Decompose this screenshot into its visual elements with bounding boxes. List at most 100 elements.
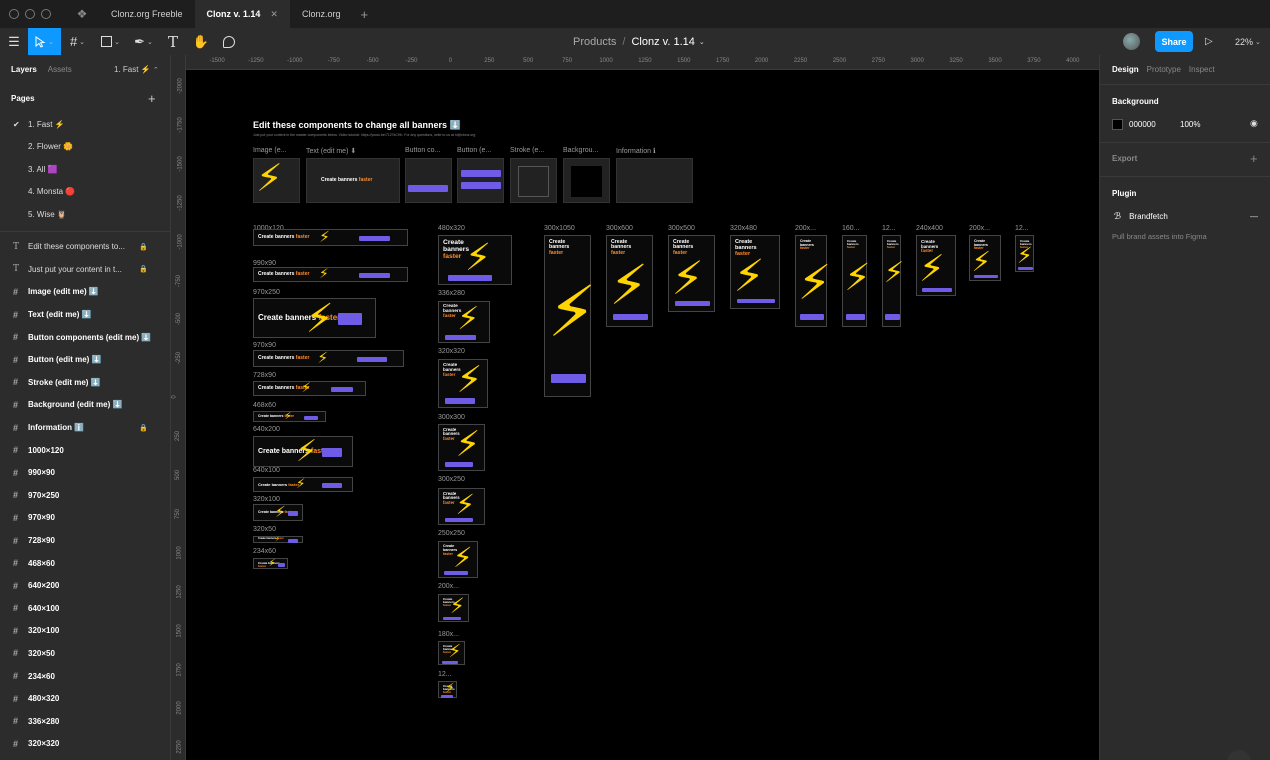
frame-label[interactable]: 200x...: [969, 225, 990, 232]
lock-icon[interactable]: 🔒: [139, 265, 148, 273]
component-frame[interactable]: [405, 158, 452, 203]
background-opacity-input[interactable]: 100%: [1180, 120, 1200, 129]
banner-frame[interactable]: Create banners faster ⚡: [882, 235, 904, 327]
cta-button[interactable]: [674, 301, 710, 307]
frame-label[interactable]: 320x50: [253, 526, 276, 533]
cta-button[interactable]: [408, 185, 448, 192]
cta-button[interactable]: [288, 539, 298, 544]
cta-button[interactable]: [921, 287, 952, 292]
frame-label[interactable]: 12...: [882, 225, 896, 232]
cta-button[interactable]: [1018, 267, 1033, 271]
frame-label[interactable]: 640x100: [253, 467, 280, 474]
add-export-icon[interactable]: +: [1250, 151, 1258, 166]
tab-assets[interactable]: Assets: [48, 65, 72, 74]
banner-frame[interactable]: Create banners faster⚡: [253, 381, 366, 396]
frame-label[interactable]: 970x90: [253, 342, 276, 349]
maximize-window-button[interactable]: [41, 9, 51, 19]
canvas[interactable]: Edit these components to change all bann…: [186, 70, 1099, 760]
frame-label[interactable]: 970x250: [253, 289, 280, 296]
background-hex-input[interactable]: 000000: [1129, 120, 1156, 129]
frame-label[interactable]: 180x...: [438, 631, 459, 638]
cta-button[interactable]: [359, 235, 391, 242]
frame-label[interactable]: 300x500: [668, 225, 695, 232]
frame-tool[interactable]: # ⌄: [61, 28, 94, 55]
banner-frame[interactable]: Create banners faster⚡: [253, 350, 404, 367]
breadcrumb-file[interactable]: Clonz v. 1.14: [631, 36, 694, 48]
layer-item[interactable]: #990×90: [0, 461, 170, 484]
frame-label[interactable]: 320x320: [438, 348, 465, 355]
banner-frame[interactable]: Create banners faster ⚡: [842, 235, 871, 327]
frame-label[interactable]: 250x250: [438, 530, 465, 537]
layer-item[interactable]: # Button components (edit me) ⬇️: [0, 326, 170, 349]
page-item[interactable]: 3. All 🟪: [0, 158, 170, 181]
close-window-button[interactable]: [9, 9, 19, 19]
breadcrumb-project[interactable]: Products: [573, 36, 616, 48]
cta-button[interactable]: [737, 298, 775, 304]
layer-item[interactable]: #970×90: [0, 507, 170, 530]
cta-button[interactable]: [277, 562, 285, 567]
page-item[interactable]: 4. Monsta 🔴: [0, 181, 170, 204]
layer-item[interactable]: #320×320: [0, 733, 170, 756]
pen-tool[interactable]: ✒ ⌄: [127, 28, 160, 55]
figma-logo-icon[interactable]: ❖: [75, 7, 89, 21]
frame-label[interactable]: 336x280: [438, 290, 465, 297]
chevron-down-icon[interactable]: ⌄: [699, 38, 705, 46]
banner-frame[interactable]: Create banners faster ⚡: [438, 641, 465, 665]
page-item[interactable]: ✔ 1. Fast ⚡: [0, 113, 170, 136]
frame-label[interactable]: 12...: [1015, 225, 1029, 232]
banner-frame[interactable]: Create banners faster ⚡: [916, 235, 956, 296]
cta-button[interactable]: [442, 616, 462, 621]
tab-inspect[interactable]: Inspect: [1189, 65, 1215, 74]
tab-prototype[interactable]: Prototype: [1147, 65, 1181, 74]
current-page-dropdown[interactable]: 1. Fast ⚡ ⌃: [114, 65, 159, 74]
frame-label[interactable]: 300x1050: [544, 225, 575, 232]
frame-label[interactable]: 300x600: [606, 225, 633, 232]
cta-button[interactable]: [303, 415, 319, 420]
frame-label[interactable]: 480x320: [438, 225, 465, 232]
plugin-row[interactable]: ℬ Brandfetch —: [1114, 211, 1264, 222]
banner-frame[interactable]: Create banners faster ⚡: [1015, 235, 1034, 272]
banner-frame[interactable]: Create banners faster ⚡: [438, 301, 490, 343]
layer-item[interactable]: #970×250: [0, 484, 170, 507]
frame-label[interactable]: 234x60: [253, 548, 276, 555]
component-label[interactable]: Text (edit me) ⬇: [306, 147, 356, 155]
cta-button[interactable]: [444, 461, 473, 468]
layer-item[interactable]: T Edit these components to... 🔒: [0, 236, 170, 259]
banner-frame[interactable]: Create banners faster ⚡: [730, 235, 780, 309]
layer-item[interactable]: # Information ℹ️ 🔒: [0, 416, 170, 439]
frame-label[interactable]: 320x100: [253, 496, 280, 503]
layer-item[interactable]: #640×200: [0, 574, 170, 597]
banner-frame[interactable]: Create banners faster⚡: [253, 267, 408, 282]
tab-clonz-v114[interactable]: Clonz v. 1.14 ✕: [194, 0, 290, 28]
present-play-icon[interactable]: ▷: [1205, 28, 1213, 55]
layer-item[interactable]: #320×50: [0, 642, 170, 665]
banner-frame[interactable]: Create banners faster ⚡: [544, 235, 597, 397]
layer-item[interactable]: #1000×120: [0, 439, 170, 462]
banner-frame[interactable]: Create banners faster⚡: [253, 411, 326, 422]
banner-frame[interactable]: Create banners faster ⚡: [668, 235, 715, 312]
component-label[interactable]: Stroke (e...: [510, 147, 544, 154]
collapse-plugin-icon[interactable]: —: [1250, 212, 1258, 221]
frame-label[interactable]: 160...: [842, 225, 860, 232]
component-frame[interactable]: [457, 158, 504, 203]
cta-button[interactable]: [885, 314, 900, 320]
banner-frame[interactable]: Create banners faster ⚡: [438, 594, 469, 622]
frame-label[interactable]: 240x400: [916, 225, 943, 232]
layer-item[interactable]: #320×100: [0, 620, 170, 643]
banner-frame[interactable]: Create banners faster⚡: [253, 477, 353, 492]
frame-label[interactable]: 200x...: [438, 583, 459, 590]
banner-frame[interactable]: Create banners faster ⚡: [969, 235, 1001, 281]
layer-item[interactable]: # Image (edit me) ⬇️: [0, 281, 170, 304]
close-tab-icon[interactable]: ✕: [270, 9, 278, 20]
new-tab-icon[interactable]: +: [360, 7, 368, 22]
cta-button[interactable]: [799, 314, 824, 320]
layer-item[interactable]: #336×280: [0, 710, 170, 733]
cta-button[interactable]: [444, 517, 473, 523]
cta-button[interactable]: [442, 660, 459, 664]
banner-frame[interactable]: Create banners faster ⚡: [438, 541, 478, 578]
frame-label[interactable]: 300x300: [438, 414, 465, 421]
minimize-window-button[interactable]: [25, 9, 35, 19]
layer-item[interactable]: #234×60: [0, 665, 170, 688]
cta-button[interactable]: [288, 510, 298, 517]
cta-button[interactable]: [322, 447, 342, 458]
